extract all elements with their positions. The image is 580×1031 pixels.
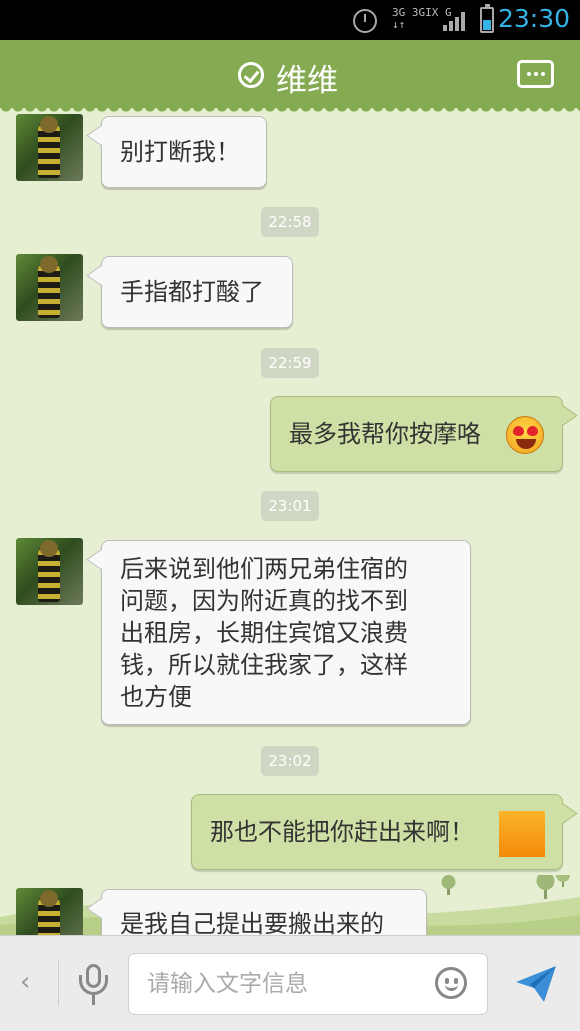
timestamp: 22:59 (261, 348, 319, 378)
message-text: 是我自己提出要搬出来的 (120, 910, 384, 935)
contact-avatar[interactable] (16, 538, 83, 605)
incoming-message[interactable]: 后来说到他们两兄弟住宿的 问题，因为附近真的找不到 出租房，长期住宾馆又浪费 钱… (101, 540, 471, 725)
contact-avatar[interactable] (16, 254, 83, 321)
timestamp: 23:01 (261, 491, 319, 521)
contact-name: 维维 (276, 63, 338, 99)
chat-info-button[interactable] (517, 60, 554, 88)
timestamp: 22:58 (261, 207, 319, 237)
contact-avatar[interactable] (16, 888, 83, 935)
chat-header: 维维 (0, 40, 580, 114)
status-time: 23:30 (497, 4, 570, 33)
message-input[interactable] (147, 954, 417, 1014)
incoming-message[interactable]: 手指都打酸了 (101, 256, 293, 328)
divider (58, 960, 59, 1006)
status-bar: 3G 3GIX G ↓↑ 23:30 (0, 0, 580, 40)
message-text: 别打断我！ (120, 138, 240, 166)
message-list[interactable]: 别打断我！ 22:58 手指都打酸了 22:59 最多我帮你按摩咯 23:01 … (0, 108, 580, 935)
contact-avatar[interactable] (16, 114, 83, 181)
outgoing-message[interactable]: 那也不能把你赶出来啊！ (191, 794, 563, 870)
signal-strength-icon (443, 11, 469, 31)
send-icon[interactable] (514, 964, 558, 1004)
timestamp: 23:02 (261, 746, 319, 776)
battery-icon (480, 4, 494, 33)
message-text: 后来说到他们两兄弟住宿的 问题，因为附近真的找不到 出租房，长期住宾馆又浪费 钱… (120, 555, 408, 711)
message-text: 最多我帮你按摩咯 (289, 420, 481, 448)
message-field[interactable] (128, 953, 488, 1015)
dot-icon (534, 72, 538, 76)
message-input-bar: ‹ (0, 935, 580, 1031)
verified-check-icon (238, 62, 264, 88)
dot-icon (527, 72, 531, 76)
incoming-message[interactable]: 是我自己提出要搬出来的 (101, 889, 427, 935)
microphone-icon[interactable] (78, 964, 110, 1008)
outgoing-message[interactable]: 最多我帮你按摩咯 (270, 396, 563, 472)
emoji-picker-icon[interactable] (435, 967, 467, 999)
chevron-left-icon[interactable]: ‹ (20, 969, 34, 995)
message-text: 那也不能把你赶出来啊！ (210, 818, 474, 846)
incoming-message[interactable]: 别打断我！ (101, 116, 267, 188)
message-text: 手指都打酸了 (120, 278, 264, 306)
dot-icon (541, 72, 545, 76)
alarm-icon (353, 9, 377, 33)
